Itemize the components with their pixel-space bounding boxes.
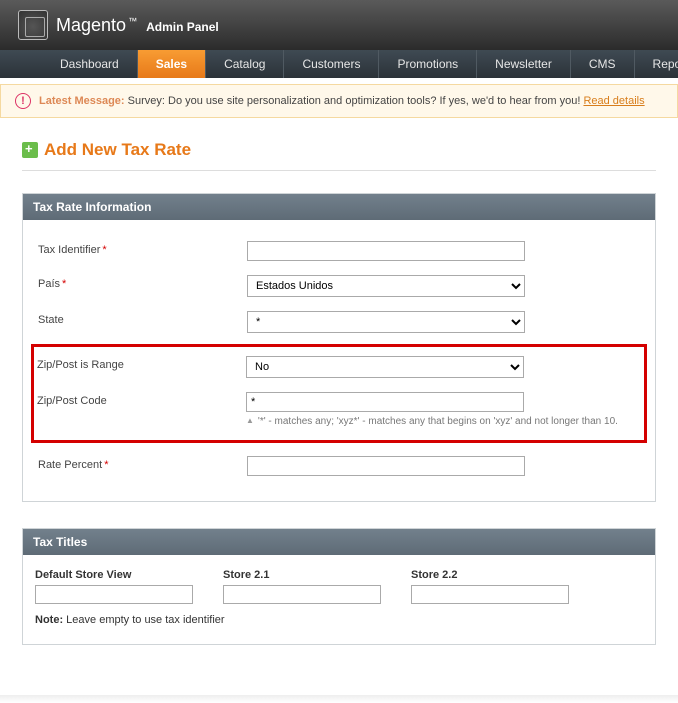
required-mark: * [104,459,108,471]
brand-suffix: Admin Panel [146,20,219,34]
page-bottom-shadow [0,695,678,703]
title-col-store22: Store 2.2 [411,569,569,604]
titles-note: Note: Leave empty to use tax identifier [35,614,643,626]
page-title: Add New Tax Rate [44,140,191,160]
zip-code-note: ▲ '*' - matches any; 'xyz*' - matches an… [246,416,618,427]
label-state: State [38,314,64,326]
input-default-store[interactable] [35,585,193,604]
nav-newsletter[interactable]: Newsletter [477,50,571,78]
brand-tm: ™ [128,16,137,26]
panel-heading: Tax Rate Information [23,194,655,220]
nav-sales[interactable]: Sales [138,50,206,78]
magento-logo-icon [18,10,48,40]
message-link[interactable]: Read details [583,95,644,107]
message-body: Survey: Do you use site personalization … [128,95,581,107]
panel-heading: Tax Titles [23,529,655,555]
nav-catalog[interactable]: Catalog [206,50,284,78]
input-rate-percent[interactable] [247,456,525,476]
select-country[interactable]: Estados Unidos [247,275,525,297]
note-arrow-icon: ▲ [246,416,254,427]
alert-icon: ! [15,93,31,109]
title-col-store21: Store 2.1 [223,569,381,604]
label-default-store: Default Store View [35,569,193,581]
panel-tax-rate-info: Tax Rate Information Tax Identifier* Paí… [22,193,656,502]
message-prefix: Latest Message: [39,95,125,107]
label-store22: Store 2.2 [411,569,569,581]
field-rate-percent: Rate Percent* [35,449,643,483]
required-mark: * [102,244,106,256]
input-store21[interactable] [223,585,381,604]
select-state[interactable]: * [247,311,525,333]
tax-titles-grid: Default Store View Store 2.1 Store 2.2 [35,569,643,604]
title-divider [22,170,656,171]
nav-dashboard[interactable]: Dashboard [42,50,138,78]
input-zip-code[interactable] [246,392,524,412]
title-col-default: Default Store View [35,569,193,604]
main-nav: Dashboard Sales Catalog Customers Promot… [0,50,678,78]
field-country: País* Estados Unidos [35,268,643,304]
field-zip-is-range: Zip/Post is Range No [34,349,644,385]
system-message-bar: ! Latest Message: Survey: Do you use sit… [0,84,678,118]
label-tax-identifier: Tax Identifier [38,244,100,256]
brand-text: Magento™ Admin Panel [56,15,219,36]
input-store22[interactable] [411,585,569,604]
field-zip-code: Zip/Post Code ▲ '*' - matches any; 'xyz*… [34,385,644,434]
field-state: State * [35,304,643,340]
label-rate-percent: Rate Percent [38,459,102,471]
highlighted-zip-section: Zip/Post is Range No Zip/Post Code [31,344,647,443]
field-tax-identifier: Tax Identifier* [35,234,643,268]
admin-header: Magento™ Admin Panel [0,0,678,50]
select-zip-is-range[interactable]: No [246,356,524,378]
required-mark: * [62,278,66,290]
nav-reports[interactable]: Reports [635,50,678,78]
nav-customers[interactable]: Customers [284,50,379,78]
panel-tax-titles: Tax Titles Default Store View Store 2.1 … [22,528,656,645]
page-title-row: Add New Tax Rate [22,140,656,160]
nav-cms[interactable]: CMS [571,50,635,78]
brand-name: Magento [56,15,126,35]
label-zip-is-range: Zip/Post is Range [37,359,124,371]
add-icon [22,142,38,158]
input-tax-identifier[interactable] [247,241,525,261]
label-zip-code: Zip/Post Code [37,395,107,407]
label-store21: Store 2.1 [223,569,381,581]
nav-promotions[interactable]: Promotions [379,50,477,78]
label-country: País [38,278,60,290]
